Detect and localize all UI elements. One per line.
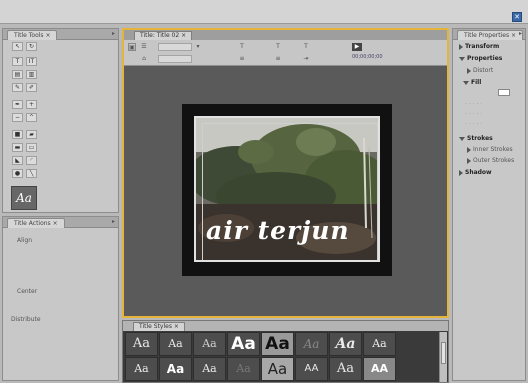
prop-distort[interactable]: Distort (467, 67, 493, 74)
rotation-tool-icon[interactable]: ↻ (26, 42, 37, 51)
title-tools-panel: Title Tools × ▸ ↖ ↻ T IT ▤ ▥ ✎ ✐ ✒ + − ^… (2, 28, 119, 213)
title-canvas[interactable]: air terjun (182, 104, 392, 276)
tab-stops-icon[interactable]: ⇥ (302, 55, 310, 63)
title-styles-panel: Title Styles × Aa Aa Aa Aa Aa Aa Aa Aa A… (122, 320, 449, 383)
prop-outer-strokes[interactable]: Outer Strokes (467, 157, 514, 164)
type-tool-icon[interactable]: T (12, 57, 23, 66)
add-anchor-tool-icon[interactable]: + (26, 100, 37, 109)
style-swatch[interactable]: Aa (295, 332, 328, 356)
expand-arrow-icon (459, 169, 463, 176)
convert-anchor-tool-icon[interactable]: ^ (26, 113, 37, 122)
center-align-icon[interactable]: ≡ (274, 55, 282, 63)
font-size-icon[interactable]: ▾ (194, 43, 202, 51)
style-swatch[interactable]: Aa (329, 357, 362, 381)
italic-icon[interactable]: T (274, 43, 282, 51)
vertical-type-tool-icon[interactable]: IT (26, 57, 37, 66)
distribute-label: Distribute (11, 316, 41, 323)
prop-fill[interactable]: Fill (463, 79, 481, 86)
style-swatch[interactable]: Aa (125, 332, 158, 356)
title-styles-tab[interactable]: Title Styles × (133, 322, 185, 331)
underline-icon[interactable]: T (302, 43, 310, 51)
rounded-corner-tool-icon[interactable]: ▭ (26, 143, 37, 152)
delete-anchor-tool-icon[interactable]: − (12, 113, 23, 122)
style-swatch[interactable]: Aa (193, 332, 226, 356)
style-swatch[interactable]: Aa (261, 332, 294, 356)
fill-subrow: · · · · · (465, 121, 483, 128)
bold-icon[interactable]: T (238, 43, 246, 51)
prop-shadow[interactable]: Shadow (459, 169, 492, 176)
style-swatch[interactable]: Aa (363, 332, 396, 356)
close-icon[interactable]: ✕ (512, 12, 522, 22)
style-swatch[interactable]: Aa (159, 357, 192, 381)
style-swatch[interactable]: Aa (227, 332, 260, 356)
expand-arrow-icon (467, 67, 471, 74)
background-video-timecode[interactable]: 00;00;00;00 (352, 54, 383, 60)
clipped-corner-tool-icon[interactable]: ▰ (26, 130, 37, 139)
style-swatch[interactable]: Aa (227, 357, 260, 381)
title-actions-panel: Title Actions × ▸ Align Center Distribut… (2, 216, 119, 381)
panel-menu-icon[interactable]: ▸ (112, 218, 115, 225)
title-toolbar: ▣ ☰ ⌂ ▾ T T T ≡ ≡ ⇥ ▶ (124, 40, 447, 66)
style-swatch[interactable]: AA (363, 357, 396, 381)
vertical-area-type-tool-icon[interactable]: ▥ (26, 70, 37, 79)
fill-subrow: · · · · · (465, 101, 483, 108)
title-text[interactable]: air terjun (206, 216, 350, 245)
title-tools-tab[interactable]: Title Tools × (7, 30, 58, 40)
styles-scrollbar[interactable] (439, 332, 447, 382)
window-title-bar: ✕ (0, 0, 528, 24)
center-label: Center (17, 288, 38, 295)
expand-arrow-icon (467, 157, 471, 164)
wedge-tool-icon[interactable]: ◣ (12, 156, 23, 165)
rounded-rectangle-tool-icon[interactable]: ▬ (12, 143, 23, 152)
font-style-select[interactable] (158, 55, 192, 63)
prop-properties[interactable]: Properties (459, 55, 502, 62)
title-editor-panel: Title: Title 02 × ▣ ☰ ⌂ ▾ T T T ≡ ≡ ⇥ ▶ … (122, 28, 449, 318)
prop-inner-strokes[interactable]: Inner Strokes (467, 146, 513, 153)
panel-menu-icon[interactable]: ▸ (519, 30, 522, 37)
line-tool-icon[interactable]: ╲ (26, 169, 37, 178)
path-type-tool-icon[interactable]: ✎ (12, 83, 23, 92)
left-align-icon[interactable]: ≡ (238, 55, 246, 63)
fill-subrow: · · · · · (465, 111, 483, 118)
title-actions-tab[interactable]: Title Actions × (7, 218, 65, 228)
show-background-video-icon[interactable]: ▶ (352, 43, 362, 51)
current-style-preview: Aa (11, 186, 37, 210)
prop-transform[interactable]: Transform (459, 43, 499, 50)
title-properties-panel: Title Properties × ▸ Transform Propertie… (452, 28, 526, 381)
font-family-select[interactable] (158, 43, 192, 51)
selection-tool-icon[interactable]: ↖ (12, 42, 23, 51)
style-swatch[interactable]: Aa (125, 357, 158, 381)
align-label: Align (17, 237, 33, 244)
ellipse-tool-icon[interactable]: ● (12, 169, 23, 178)
title-editor-tab[interactable]: Title: Title 02 × (134, 31, 193, 40)
arc-tool-icon[interactable]: ◜ (26, 156, 37, 165)
title-properties-tab[interactable]: Title Properties × (457, 30, 524, 40)
area-type-tool-icon[interactable]: ▤ (12, 70, 23, 79)
style-swatch[interactable]: AA (295, 357, 328, 381)
roll-crawl-options-icon[interactable]: ☰ (140, 43, 148, 51)
vertical-path-type-tool-icon[interactable]: ✐ (26, 83, 37, 92)
fill-color-swatch[interactable] (498, 89, 510, 96)
expand-arrow-icon (467, 146, 471, 153)
style-swatch[interactable]: Aa (329, 332, 362, 356)
background-video-frame: air terjun (194, 116, 380, 262)
templates-icon[interactable]: ⌂ (140, 55, 148, 63)
scrollbar-thumb[interactable] (441, 342, 446, 364)
collapse-arrow-icon (459, 56, 465, 61)
pen-tool-icon[interactable]: ✒ (12, 100, 23, 109)
expand-arrow-icon (459, 43, 463, 50)
collapse-arrow-icon (459, 136, 465, 141)
panel-menu-icon[interactable]: ▸ (112, 30, 115, 37)
rectangle-tool-icon[interactable]: ■ (12, 130, 23, 139)
collapse-arrow-icon (463, 80, 469, 85)
new-title-icon[interactable]: ▣ (128, 43, 136, 51)
style-swatch[interactable]: Aa (159, 332, 192, 356)
style-swatch[interactable]: Aa (261, 357, 294, 381)
style-swatch[interactable]: Aa (193, 357, 226, 381)
prop-strokes[interactable]: Strokes (459, 135, 493, 142)
